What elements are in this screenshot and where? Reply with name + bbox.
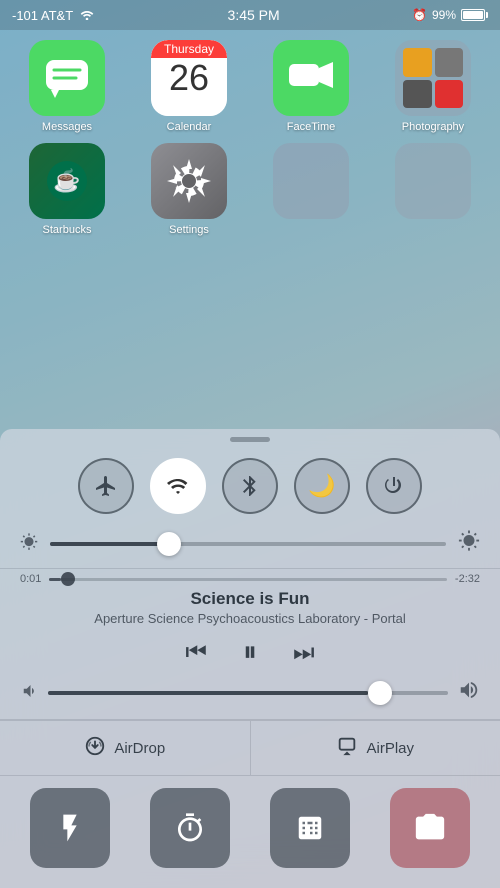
status-left: -101 AT&T [12, 8, 95, 23]
quick-access-row [0, 775, 500, 888]
app-settings[interactable]: Settings [130, 143, 248, 236]
music-section: 0:01 -2:32 Science is Fun Aperture Scien… [0, 568, 500, 720]
airplane-mode-button[interactable] [78, 458, 134, 514]
calculator-button[interactable] [270, 788, 350, 868]
app-grid: Messages Thursday 26 Calendar FaceTime [0, 30, 500, 246]
music-next-button[interactable]: ⏭ [293, 639, 315, 667]
app-photography-label: Photography [402, 121, 464, 133]
volume-row [20, 679, 480, 711]
calendar-day: 26 [169, 58, 209, 98]
flashlight-button[interactable] [30, 788, 110, 868]
service-row: AirDrop AirPlay [0, 720, 500, 775]
carrier-label: -101 AT&T [12, 8, 73, 23]
app-settings-label: Settings [169, 224, 209, 236]
volume-min-icon [20, 682, 38, 705]
do-not-disturb-button[interactable]: 🌙 [294, 458, 350, 514]
music-progress-row: 0:01 -2:32 [20, 573, 480, 585]
music-artist: Aperture Science Psychoacoustics Laborat… [20, 611, 480, 626]
control-center: 🌙 0:01 [0, 429, 500, 888]
app-folder-2[interactable] [374, 143, 492, 236]
camera-quick-button[interactable] [390, 788, 470, 868]
airdrop-icon [84, 735, 106, 761]
app-photography[interactable]: Photography [374, 40, 492, 133]
app-calendar-label: Calendar [167, 121, 212, 133]
airplay-label: AirPlay [366, 740, 414, 757]
rotation-lock-button[interactable] [366, 458, 422, 514]
airdrop-label: AirDrop [114, 740, 165, 757]
battery-indicator [461, 9, 488, 21]
app-grey-3[interactable] [252, 143, 370, 236]
music-end-time: -2:32 [455, 573, 480, 585]
calendar-month: Thursday [151, 40, 227, 58]
brightness-max-icon [458, 530, 480, 558]
music-title: Science is Fun [20, 589, 480, 609]
volume-max-icon [458, 679, 480, 707]
brightness-slider-row [0, 526, 500, 568]
bluetooth-toggle-button[interactable] [222, 458, 278, 514]
app-messages-label: Messages [42, 121, 92, 133]
music-progress-track[interactable] [49, 578, 447, 581]
toggle-row: 🌙 [0, 446, 500, 526]
airplay-button[interactable]: AirPlay [251, 721, 500, 775]
airdrop-button[interactable]: AirDrop [0, 721, 251, 775]
app-calendar[interactable]: Thursday 26 Calendar [130, 40, 248, 133]
drag-handle-bar [230, 437, 270, 442]
brightness-min-icon [20, 533, 38, 556]
drag-handle[interactable] [0, 429, 500, 446]
svg-text:☕: ☕ [53, 167, 80, 193]
app-starbucks[interactable]: ☕ Starbucks [8, 143, 126, 236]
airplay-icon [336, 735, 358, 761]
timer-button[interactable] [150, 788, 230, 868]
battery-percent: 99% [432, 8, 456, 22]
status-right: ⏰ 99% [412, 8, 488, 22]
photography-folder-icon [395, 40, 471, 116]
music-controls: ⏮ ⏸ ⏭ [20, 636, 480, 669]
brightness-track[interactable] [50, 542, 446, 546]
app-facetime-label: FaceTime [287, 121, 336, 133]
music-current-time: 0:01 [20, 573, 41, 585]
status-bar: -101 AT&T 3:45 PM ⏰ 99% [0, 0, 500, 30]
app-messages[interactable]: Messages [8, 40, 126, 133]
home-screen: -101 AT&T 3:45 PM ⏰ 99% [0, 0, 500, 888]
volume-track[interactable] [48, 691, 448, 695]
alarm-icon: ⏰ [412, 8, 427, 22]
app-starbucks-label: Starbucks [43, 224, 92, 236]
wifi-toggle-button[interactable] [150, 458, 206, 514]
app-facetime[interactable]: FaceTime [252, 40, 370, 133]
wifi-status-icon [79, 8, 95, 23]
status-time: 3:45 PM [228, 7, 280, 23]
music-previous-button[interactable]: ⏮ [185, 639, 207, 667]
music-pause-button[interactable]: ⏸ [243, 636, 257, 669]
